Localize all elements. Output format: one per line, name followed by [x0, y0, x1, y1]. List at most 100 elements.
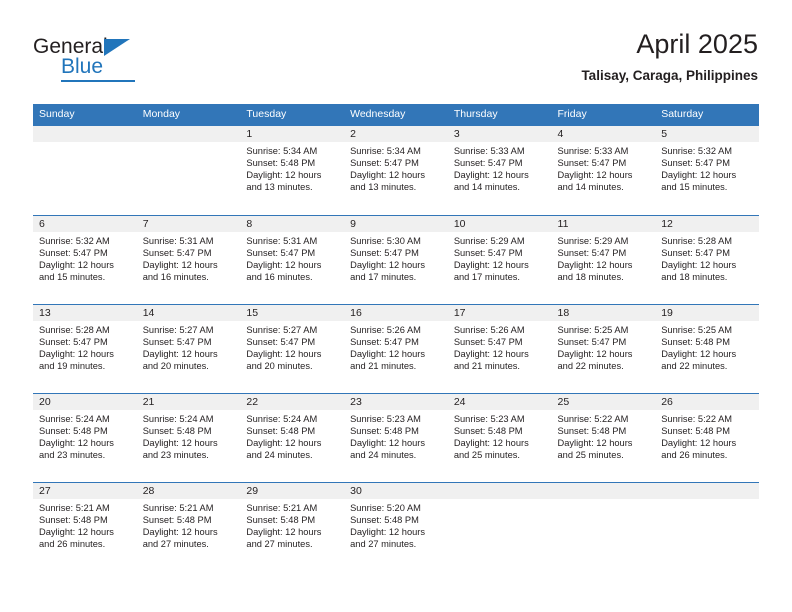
day-cell[interactable]: 17 Sunrise: 5:26 AM Sunset: 5:47 PM Dayl…: [447, 305, 552, 393]
day-cell[interactable]: 30 Sunrise: 5:20 AM Sunset: 5:48 PM Dayl…: [344, 483, 448, 571]
day-number: 17: [447, 305, 552, 321]
day-details: Sunrise: 5:25 AM Sunset: 5:48 PM Dayligh…: [655, 321, 759, 372]
daylight-text-line1: Daylight: 12 hours: [557, 260, 633, 271]
sunrise-text: Sunrise: 5:26 AM: [453, 325, 525, 335]
day-details: Sunrise: 5:21 AM Sunset: 5:48 PM Dayligh…: [240, 499, 344, 550]
day-cell[interactable]: [551, 483, 656, 571]
day-cell[interactable]: [655, 483, 759, 571]
sunset-text: Sunset: 5:48 PM: [350, 515, 419, 526]
day-cell[interactable]: 28 Sunrise: 5:21 AM Sunset: 5:48 PM Dayl…: [136, 483, 241, 571]
day-details: Sunrise: 5:24 AM Sunset: 5:48 PM Dayligh…: [33, 410, 137, 461]
day-cell[interactable]: 26 Sunrise: 5:22 AM Sunset: 5:48 PM Dayl…: [655, 394, 759, 482]
day-number: [447, 483, 552, 499]
day-cell[interactable]: 18 Sunrise: 5:25 AM Sunset: 5:47 PM Dayl…: [551, 305, 656, 393]
day-cell[interactable]: 27 Sunrise: 5:21 AM Sunset: 5:48 PM Dayl…: [33, 483, 137, 571]
day-details: Sunrise: 5:23 AM Sunset: 5:48 PM Dayligh…: [448, 410, 552, 461]
day-cell[interactable]: 22 Sunrise: 5:24 AM Sunset: 5:48 PM Dayl…: [240, 394, 345, 482]
sunrise-text: Sunrise: 5:25 AM: [661, 325, 733, 335]
day-cell[interactable]: 24 Sunrise: 5:23 AM Sunset: 5:48 PM Dayl…: [447, 394, 552, 482]
day-cell[interactable]: [447, 483, 552, 571]
day-number: [551, 483, 656, 499]
day-details: Sunrise: 5:34 AM Sunset: 5:48 PM Dayligh…: [240, 142, 344, 193]
day-cell[interactable]: 29 Sunrise: 5:21 AM Sunset: 5:48 PM Dayl…: [240, 483, 345, 571]
daylight-text-line1: Daylight: 12 hours: [246, 438, 322, 449]
daylight-text-line2: and 20 minutes.: [142, 361, 209, 372]
week-row: 6 Sunrise: 5:32 AM Sunset: 5:47 PM Dayli…: [33, 215, 759, 304]
calendar-grid: Sunday Monday Tuesday Wednesday Thursday…: [33, 104, 759, 571]
sunrise-text: Sunrise: 5:34 AM: [350, 146, 421, 156]
daylight-text-line1: Daylight: 12 hours: [557, 170, 633, 181]
day-cell[interactable]: 16 Sunrise: 5:26 AM Sunset: 5:47 PM Dayl…: [344, 305, 448, 393]
day-cell[interactable]: [136, 126, 241, 215]
day-details: [33, 142, 137, 145]
sunset-text: Sunset: 5:48 PM: [350, 426, 419, 437]
day-cell[interactable]: 25 Sunrise: 5:22 AM Sunset: 5:48 PM Dayl…: [551, 394, 656, 482]
day-number: 18: [551, 305, 656, 321]
day-cell[interactable]: 13 Sunrise: 5:28 AM Sunset: 5:47 PM Dayl…: [33, 305, 137, 393]
daylight-text-line1: Daylight: 12 hours: [39, 527, 114, 538]
sunset-text: Sunset: 5:47 PM: [142, 337, 212, 348]
calendar-page: General Blue April 2025 Talisay, Caraga,…: [0, 0, 792, 612]
daylight-text-line2: and 26 minutes.: [39, 539, 106, 550]
day-number: 3: [447, 126, 552, 142]
daylight-text-line1: Daylight: 12 hours: [142, 527, 218, 538]
day-number: 6: [33, 216, 137, 232]
day-cell[interactable]: 21 Sunrise: 5:24 AM Sunset: 5:48 PM Dayl…: [136, 394, 241, 482]
day-details: Sunrise: 5:25 AM Sunset: 5:47 PM Dayligh…: [552, 321, 656, 372]
day-number: 28: [136, 483, 241, 499]
daylight-text-line1: Daylight: 12 hours: [557, 438, 633, 449]
day-cell[interactable]: 10 Sunrise: 5:29 AM Sunset: 5:47 PM Dayl…: [447, 216, 552, 304]
daylight-text-line1: Daylight: 12 hours: [661, 438, 737, 449]
sunrise-text: Sunrise: 5:27 AM: [246, 325, 318, 335]
sunset-text: Sunset: 5:48 PM: [661, 337, 730, 348]
day-details: Sunrise: 5:32 AM Sunset: 5:47 PM Dayligh…: [33, 232, 137, 283]
day-number: 5: [655, 126, 759, 142]
daylight-text-line2: and 14 minutes.: [453, 182, 520, 193]
weekday-monday: Monday: [142, 108, 181, 120]
daylight-text-line1: Daylight: 12 hours: [246, 170, 322, 181]
daylight-text-line2: and 25 minutes.: [453, 450, 520, 461]
day-cell[interactable]: 19 Sunrise: 5:25 AM Sunset: 5:48 PM Dayl…: [655, 305, 759, 393]
daylight-text-line1: Daylight: 12 hours: [39, 438, 114, 449]
day-cell[interactable]: 4 Sunrise: 5:33 AM Sunset: 5:47 PM Dayli…: [551, 126, 656, 215]
day-details: Sunrise: 5:28 AM Sunset: 5:47 PM Dayligh…: [33, 321, 137, 372]
daylight-text-line2: and 27 minutes.: [142, 539, 209, 550]
day-cell[interactable]: 20 Sunrise: 5:24 AM Sunset: 5:48 PM Dayl…: [33, 394, 137, 482]
weekday-wednesday: Wednesday: [350, 108, 406, 120]
day-cell[interactable]: 5 Sunrise: 5:32 AM Sunset: 5:47 PM Dayli…: [655, 126, 759, 215]
daylight-text-line2: and 17 minutes.: [453, 272, 520, 283]
sunrise-text: Sunrise: 5:23 AM: [453, 414, 525, 424]
day-number: 14: [136, 305, 241, 321]
sunrise-text: Sunrise: 5:24 AM: [39, 414, 110, 424]
day-cell[interactable]: 2 Sunrise: 5:34 AM Sunset: 5:47 PM Dayli…: [344, 126, 448, 215]
generalblue-logo[interactable]: General Blue: [33, 36, 213, 86]
day-cell[interactable]: 9 Sunrise: 5:30 AM Sunset: 5:47 PM Dayli…: [344, 216, 448, 304]
sunrise-text: Sunrise: 5:32 AM: [661, 146, 733, 156]
sunset-text: Sunset: 5:47 PM: [350, 337, 419, 348]
day-details: Sunrise: 5:33 AM Sunset: 5:47 PM Dayligh…: [448, 142, 552, 193]
day-cell[interactable]: 11 Sunrise: 5:29 AM Sunset: 5:47 PM Dayl…: [551, 216, 656, 304]
sunset-text: Sunset: 5:48 PM: [39, 515, 108, 526]
day-cell[interactable]: 3 Sunrise: 5:33 AM Sunset: 5:47 PM Dayli…: [447, 126, 552, 215]
day-cell[interactable]: 15 Sunrise: 5:27 AM Sunset: 5:47 PM Dayl…: [240, 305, 345, 393]
day-number: 30: [344, 483, 448, 499]
page-title: April 2025: [636, 29, 758, 59]
day-cell[interactable]: 1 Sunrise: 5:34 AM Sunset: 5:48 PM Dayli…: [240, 126, 345, 215]
daylight-text-line2: and 22 minutes.: [661, 361, 728, 372]
title-block: April 2025 Talisay, Caraga, Philippines: [581, 28, 758, 84]
day-cell[interactable]: 6 Sunrise: 5:32 AM Sunset: 5:47 PM Dayli…: [33, 216, 137, 304]
day-cell[interactable]: 23 Sunrise: 5:23 AM Sunset: 5:48 PM Dayl…: [344, 394, 448, 482]
day-details: Sunrise: 5:29 AM Sunset: 5:47 PM Dayligh…: [552, 232, 656, 283]
daylight-text-line2: and 18 minutes.: [661, 272, 728, 283]
daylight-text-line1: Daylight: 12 hours: [246, 349, 322, 360]
sunrise-text: Sunrise: 5:21 AM: [39, 503, 110, 513]
day-cell[interactable]: 8 Sunrise: 5:31 AM Sunset: 5:47 PM Dayli…: [240, 216, 345, 304]
day-cell[interactable]: 12 Sunrise: 5:28 AM Sunset: 5:47 PM Dayl…: [655, 216, 759, 304]
triangle-icon: [104, 39, 130, 56]
day-number: 7: [136, 216, 241, 232]
day-cell[interactable]: [33, 126, 137, 215]
day-cell[interactable]: 14 Sunrise: 5:27 AM Sunset: 5:47 PM Dayl…: [136, 305, 241, 393]
day-number: 1: [240, 126, 345, 142]
daylight-text-line2: and 18 minutes.: [557, 272, 624, 283]
day-cell[interactable]: 7 Sunrise: 5:31 AM Sunset: 5:47 PM Dayli…: [136, 216, 241, 304]
